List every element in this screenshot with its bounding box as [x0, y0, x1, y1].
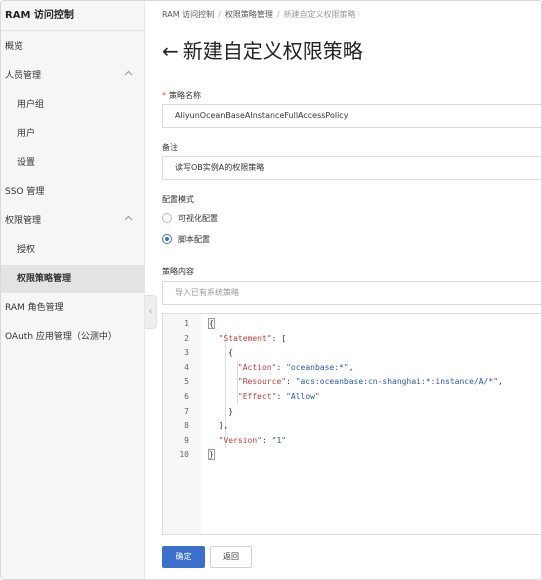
sidebar-item-permissions[interactable]: 权限管理: [1, 207, 145, 235]
breadcrumb-item-ram[interactable]: RAM 访问控制: [162, 10, 214, 19]
code-json-key: "Version": [218, 435, 262, 445]
code-line: "Statement": [: [209, 332, 286, 347]
sidebar-title: RAM 访问控制: [1, 1, 144, 31]
code-punctuation: :: [286, 377, 296, 387]
sidebar-item-label: RAM 角色管理: [5, 303, 64, 313]
code-punctuation: :: [276, 362, 287, 372]
back-arrow-icon[interactable]: ←: [162, 39, 179, 63]
policy-name-label: * 策略名称: [162, 90, 201, 101]
sidebar-item-people[interactable]: 人员管理: [1, 62, 145, 90]
breadcrumb-separator: /: [276, 10, 280, 19]
sidebar-item-label: 权限管理: [5, 216, 42, 226]
code-json-key: "Action": [237, 362, 277, 372]
chevron-up-icon: [124, 62, 133, 90]
sidebar-item-users[interactable]: 用户: [1, 120, 145, 148]
sidebar-item-label: 权限策略管理: [17, 274, 72, 284]
radio-unchecked-icon: [162, 212, 172, 223]
policy-content-label: 策略内容: [162, 267, 194, 276]
code-punctuation: ,: [498, 377, 503, 387]
required-mark: *: [162, 91, 166, 100]
sidebar-item-label: OAuth 应用管理（公测中）: [5, 332, 117, 342]
radio-label: 可视化配置: [178, 214, 218, 223]
code-line: }: [208, 448, 215, 463]
breadcrumb-item-current: 新建自定义权限策略: [283, 10, 356, 19]
code-line: ],: [209, 419, 229, 434]
code-json-string: "1": [271, 435, 287, 445]
code-json-key: "Resource": [237, 377, 287, 387]
code-line: "Effect": "Allow": [209, 390, 320, 405]
code-punctuation: ],: [218, 421, 229, 431]
sidebar-item-policy-management[interactable]: 权限策略管理: [1, 265, 145, 293]
radio-script-config[interactable]: 脚本配置: [162, 233, 210, 245]
sidebar-item-oauth-apps[interactable]: OAuth 应用管理（公测中）: [1, 323, 145, 351]
code-line: {: [208, 317, 215, 332]
line-number: 7: [184, 406, 189, 416]
code-punctuation: }: [228, 406, 234, 416]
code-punctuation: :: [276, 392, 287, 401]
code-json-key: "Effect": [237, 392, 277, 401]
policy-code-editor[interactable]: 1 {2 "Statement": [ 3 {4 "Action": "oceanb…: [162, 313, 541, 535]
line-number: 9: [184, 435, 189, 445]
line-number: 5: [184, 377, 189, 387]
breadcrumb-item-policies[interactable]: 权限策略管理: [225, 10, 273, 19]
code-punctuation: :: [262, 435, 272, 445]
code-punctuation: : [: [271, 333, 287, 343]
sidebar-item-overview[interactable]: 概览: [1, 33, 145, 61]
main-content: RAM 访问控制 / 权限策略管理 / 新建自定义权限策略 ← 新建自定义权限策略 * 策略…: [146, 1, 541, 579]
code-json-key: "Statement": [218, 333, 272, 343]
code-punctuation: {: [208, 318, 215, 329]
policy-name-input[interactable]: AliyunOceanBaseAInstanceFullAccessPolicy: [162, 104, 541, 128]
remark-label: 备注: [162, 143, 178, 152]
line-number: 6: [184, 392, 189, 401]
breadcrumb-separator: /: [218, 10, 221, 19]
radio-label: 脚本配置: [178, 235, 210, 244]
page-title-text: 新建自定义权限策略: [182, 39, 363, 63]
import-system-policy-select[interactable]: 导入已有系统策略: [162, 281, 541, 305]
line-number: 2: [184, 333, 189, 343]
code-line: }: [209, 405, 233, 420]
sidebar-item-sso[interactable]: SSO 管理: [1, 178, 145, 206]
page-title: ← 新建自定义权限策略: [162, 35, 363, 64]
policy-name-label-text: 策略名称: [169, 91, 201, 100]
sidebar-item-label: 设置: [17, 158, 36, 168]
mode-label: 配置模式: [162, 195, 194, 204]
sidebar-item-label: 用户组: [17, 100, 45, 110]
code-json-string: "oceanbase:*": [286, 362, 349, 372]
app-window: RAM 访问控制 概览 人员管理 用户组 用户 设置 SSO 管理 权限管理 授…: [0, 0, 542, 580]
sidebar-item-label: 用户: [17, 129, 36, 139]
sidebar-item-grants[interactable]: 授权: [1, 236, 145, 264]
line-number: 1: [184, 319, 189, 328]
code-line: {: [209, 346, 233, 361]
code-line: "Resource": "acs:oceanbase:cn-shanghai:*…: [209, 375, 503, 390]
line-number: 3: [184, 348, 189, 358]
sidebar-item-user-groups[interactable]: 用户组: [1, 91, 145, 119]
sidebar-item-label: 授权: [17, 245, 36, 255]
code-json-string: "Allow": [286, 392, 320, 401]
sidebar-item-settings[interactable]: 设置: [1, 149, 145, 177]
line-number: 8: [184, 421, 189, 431]
code-punctuation: ,: [348, 362, 354, 372]
line-number: 10: [179, 450, 189, 460]
breadcrumb: RAM 访问控制 / 权限策略管理 / 新建自定义权限策略: [162, 9, 356, 20]
radio-visual-config[interactable]: 可视化配置: [162, 212, 218, 224]
sidebar-item-label: SSO 管理: [5, 187, 45, 197]
code-punctuation: {: [228, 348, 234, 358]
code-punctuation: }: [208, 449, 215, 461]
code-line: "Action": "oceanbase:*",: [209, 361, 354, 376]
sidebar: RAM 访问控制 概览 人员管理 用户组 用户 设置 SSO 管理 权限管理 授…: [1, 1, 145, 579]
back-button[interactable]: 返回: [210, 546, 252, 568]
sidebar-item-label: 人员管理: [5, 71, 42, 81]
code-json-string: "acs:oceanbase:cn-shanghai:*:instance/A/…: [295, 377, 499, 387]
line-number: 4: [184, 362, 189, 372]
confirm-button[interactable]: 确定: [162, 546, 205, 568]
sidebar-item-label: 概览: [5, 42, 24, 52]
remark-input[interactable]: 读写OB实例A的权限策略: [162, 156, 541, 180]
sidebar-item-ram-roles[interactable]: RAM 角色管理: [1, 294, 145, 322]
radio-checked-icon: [162, 233, 172, 244]
code-line: "Version": "1": [209, 434, 286, 449]
chevron-up-icon: [124, 207, 133, 235]
